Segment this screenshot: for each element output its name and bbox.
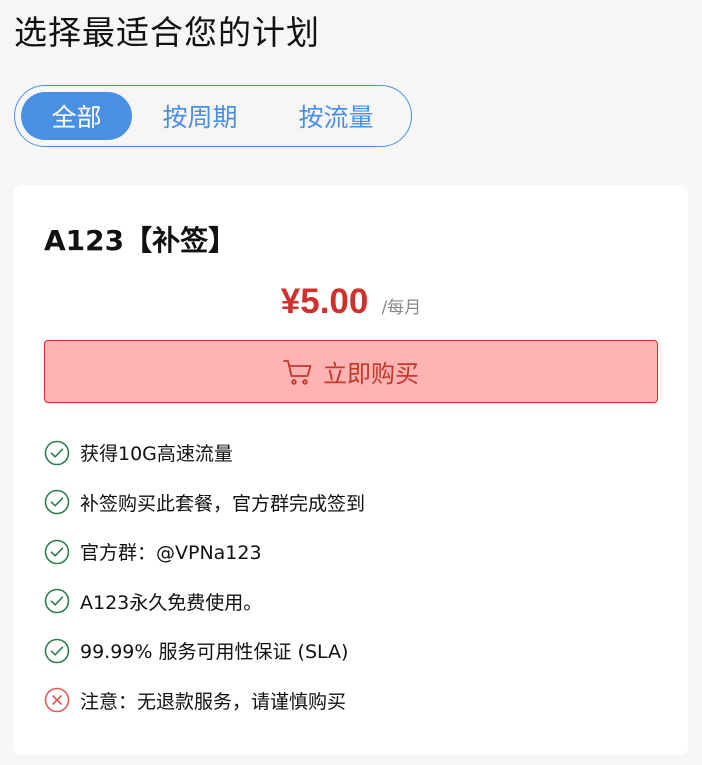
plan-price: ¥5.00 xyxy=(280,282,369,321)
x-circle-icon xyxy=(44,687,70,713)
feature-text: 获得10G高速流量 xyxy=(80,443,233,466)
tab-by-period[interactable]: 按周期 xyxy=(132,92,268,140)
price-row: ¥5.00 /每月 xyxy=(14,282,688,322)
buy-now-label: 立即购买 xyxy=(323,360,419,388)
feature-text: 补签购买此套餐，官方群完成签到 xyxy=(80,492,366,515)
feature-item: 99.99% 服务可用性保证 (SLA) xyxy=(44,626,365,676)
feature-text: 注意：无退款服务，请谨慎购买 xyxy=(80,690,347,713)
feature-item: 获得10G高速流量 xyxy=(44,428,365,478)
tab-all[interactable]: 全部 xyxy=(21,92,132,140)
plan-period: /每月 xyxy=(381,298,422,318)
buy-now-button[interactable]: 立即购买 xyxy=(44,340,658,403)
check-circle-icon xyxy=(44,440,70,466)
page-title: 选择最适合您的计划 xyxy=(14,13,320,52)
check-circle-icon xyxy=(44,489,70,515)
plan-filter-tabs: 全部 按周期 按流量 xyxy=(14,85,412,147)
plan-card: A123【补签】 ¥5.00 /每月 立即购买 获得10G高速流量 补签购买此套… xyxy=(14,185,688,755)
feature-text: 99.99% 服务可用性保证 (SLA) xyxy=(80,641,349,664)
cart-icon xyxy=(283,359,312,385)
tab-by-traffic[interactable]: 按流量 xyxy=(268,92,404,140)
feature-text: A123永久免费使用。 xyxy=(80,591,263,614)
check-circle-icon xyxy=(44,638,70,664)
feature-text: 官方群：@VPNa123 xyxy=(80,542,262,565)
feature-item: 注意：无退款服务，请谨慎购买 xyxy=(44,676,365,726)
feature-item: 官方群：@VPNa123 xyxy=(44,527,365,577)
feature-item: 补签购买此套餐，官方群完成签到 xyxy=(44,478,365,528)
feature-item: A123永久免费使用。 xyxy=(44,577,365,627)
check-circle-icon xyxy=(44,539,70,565)
feature-list: 获得10G高速流量 补签购买此套餐，官方群完成签到 官方群：@VPNa123 A… xyxy=(44,428,365,725)
check-circle-icon xyxy=(44,588,70,614)
plan-name: A123【补签】 xyxy=(44,224,237,257)
